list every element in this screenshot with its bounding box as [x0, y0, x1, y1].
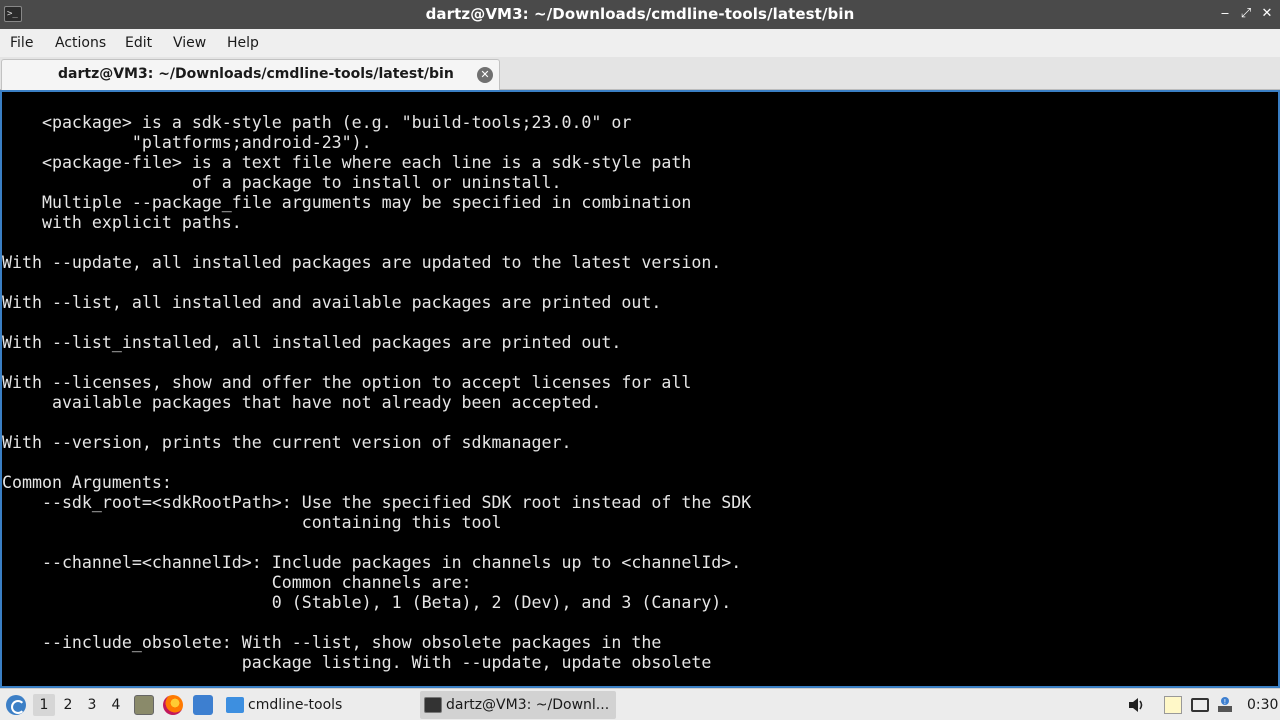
window-title: dartz@VM3: ~/Downloads/cmdline-tools/lat… [425, 5, 855, 23]
folder-icon [226, 697, 244, 713]
terminal-line: <package-file> is a text file where each… [2, 153, 692, 172]
terminal-line: With --update, all installed packages ar… [2, 253, 722, 272]
menu-view[interactable]: View [173, 29, 206, 57]
terminal-line: with explicit paths. [2, 213, 242, 232]
terminal-line: available packages that have not already… [2, 393, 602, 412]
task-terminal[interactable]: dartz@VM3: ~/Downl... [420, 691, 616, 719]
task-cmdline-tools[interactable]: cmdline-tools [222, 691, 418, 719]
desktop-3-button[interactable]: 3 [81, 694, 103, 716]
terminal-line: --include_obsolete: With --list, show ob… [2, 633, 662, 652]
desktop-4-button[interactable]: 4 [105, 694, 127, 716]
terminal-line: Common Arguments: [2, 473, 172, 492]
terminal-line: "platforms;android-23"). [2, 133, 372, 152]
menu-actions[interactable]: Actions [55, 29, 106, 57]
menu-edit[interactable]: Edit [125, 29, 152, 57]
tab-close-icon[interactable]: ✕ [477, 67, 493, 83]
desktop-1-button[interactable]: 1 [33, 694, 55, 716]
terminal-view[interactable]: <package> is a sdk-style path (e.g. "bui… [0, 90, 1280, 688]
taskbar: 1 2 3 4 cmdline-tools dartz@VM3: ~/Downl… [0, 688, 1280, 720]
terminal-line: --sdk_root=<sdkRootPath>: Use the specif… [2, 493, 752, 512]
window-titlebar[interactable]: >_ dartz@VM3: ~/Downloads/cmdline-tools/… [0, 0, 1280, 29]
terminal-output: <package> is a sdk-style path (e.g. "bui… [2, 113, 751, 673]
terminal-line: Multiple --package_file arguments may be… [2, 193, 692, 212]
terminal-line: 0 (Stable), 1 (Beta), 2 (Dev), and 3 (Ca… [2, 593, 732, 612]
terminal-icon [424, 697, 442, 713]
menu-help[interactable]: Help [227, 29, 259, 57]
close-icon[interactable]: ✕ [1258, 5, 1276, 23]
terminal-line: With --licenses, show and offer the opti… [2, 373, 692, 392]
terminal-line: Common channels are: [2, 573, 472, 592]
minimize-icon[interactable]: ‒ [1216, 5, 1234, 23]
network-icon[interactable]: ! [1216, 696, 1234, 714]
tab-bar: dartz@VM3: ~/Downloads/cmdline-tools/lat… [0, 57, 1280, 90]
terminal-line: containing this tool [2, 513, 502, 532]
task-label: dartz@VM3: ~/Downl... [446, 697, 610, 713]
terminal-line: package listing. With --update, update o… [2, 653, 712, 672]
svg-text:!: ! [1224, 698, 1227, 706]
menu-file[interactable]: File [10, 29, 33, 57]
task-label: cmdline-tools [248, 697, 343, 713]
show-desktop-icon[interactable] [134, 695, 154, 715]
file-manager-icon[interactable] [193, 695, 213, 715]
terminal-line: of a package to install or uninstall. [2, 173, 562, 192]
tab-label: dartz@VM3: ~/Downloads/cmdline-tools/lat… [58, 66, 454, 82]
terminal-line: <package> is a sdk-style path (e.g. "bui… [2, 113, 632, 132]
firefox-icon[interactable] [163, 695, 183, 715]
menu-bar: File Actions Edit View Help [0, 29, 1280, 57]
clipboard-icon[interactable] [1164, 696, 1182, 714]
clock[interactable]: 0:30 [1247, 689, 1278, 720]
terminal-line: With --list_installed, all installed pac… [2, 333, 622, 352]
monitor-icon[interactable] [1191, 698, 1209, 712]
terminal-tab[interactable]: dartz@VM3: ~/Downloads/cmdline-tools/lat… [1, 59, 500, 90]
volume-icon[interactable] [1127, 696, 1145, 714]
terminal-line: --channel=<channelId>: Include packages … [2, 553, 742, 572]
terminal-line: With --list, all installed and available… [2, 293, 662, 312]
maximize-icon[interactable]: ⤢ [1237, 5, 1255, 23]
terminal-line: With --version, prints the current versi… [2, 433, 572, 452]
start-menu-icon[interactable] [6, 695, 26, 715]
desktop-2-button[interactable]: 2 [57, 694, 79, 716]
